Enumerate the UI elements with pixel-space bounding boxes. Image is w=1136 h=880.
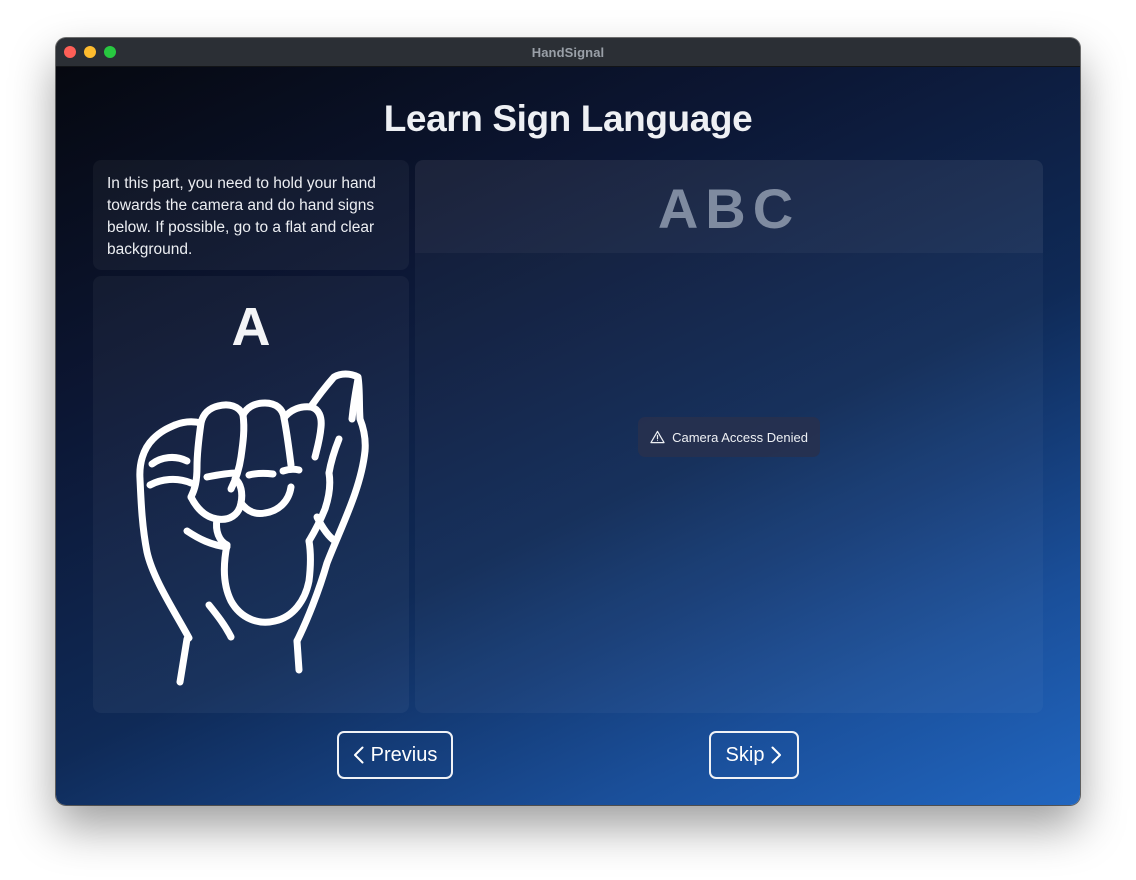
asl-letter-a-hand-icon	[136, 370, 369, 686]
camera-panel: ABC Camera Access Denied	[415, 160, 1043, 713]
instructions-text: In this part, you need to hold your hand…	[107, 175, 376, 258]
sign-card: A	[93, 276, 409, 713]
sign-letter: A	[231, 297, 271, 357]
chevron-left-icon	[353, 746, 364, 764]
alphabet-label: ABC	[657, 177, 801, 240]
skip-button[interactable]: Skip	[709, 731, 799, 779]
previous-button[interactable]: Previus	[337, 731, 453, 779]
window-title: HandSignal	[531, 45, 605, 60]
alphabet-header: ABC	[415, 160, 1043, 253]
title-bar[interactable]: HandSignal	[56, 38, 1080, 67]
previous-button-label: Previus	[370, 743, 438, 766]
page-title: Learn Sign Language	[383, 98, 753, 139]
app-window: HandSignal Learn Sign Language In this p…	[56, 38, 1080, 805]
skip-button-label: Skip	[725, 743, 765, 766]
instructions-card: In this part, you need to hold your hand…	[93, 160, 409, 270]
warning-triangle-icon	[650, 430, 665, 444]
camera-status-text: Camera Access Denied	[672, 429, 808, 445]
camera-status-badge: Camera Access Denied	[638, 417, 820, 457]
chevron-right-icon	[771, 746, 782, 764]
